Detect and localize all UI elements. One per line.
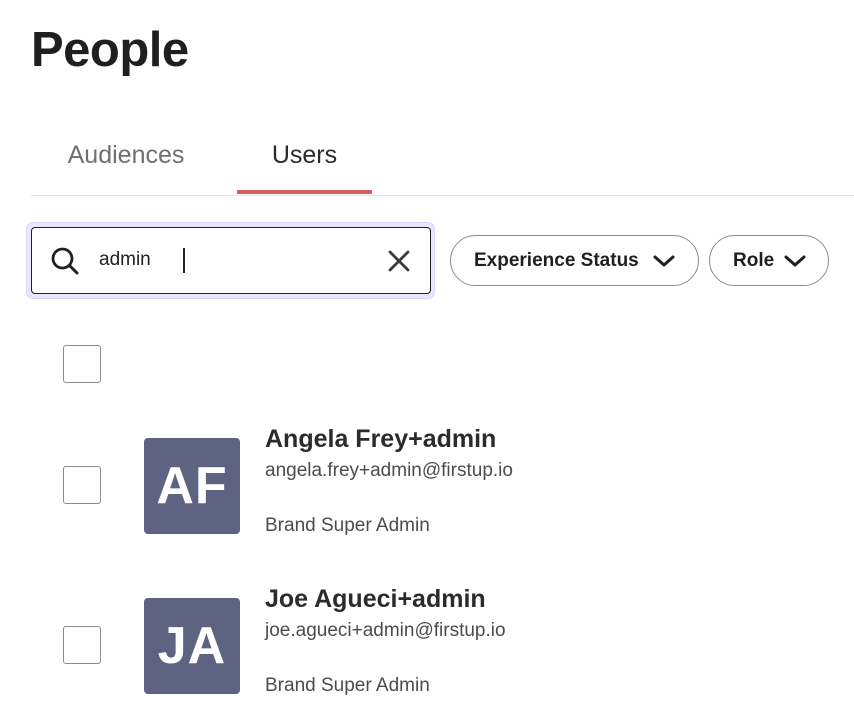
tab-users[interactable]: Users [237,118,372,194]
experience-status-filter-button[interactable]: Experience Status [450,235,699,286]
text-cursor [183,248,185,273]
chevron-down-icon [653,255,675,267]
tab-audiences[interactable]: Audiences [31,118,221,194]
search-input[interactable] [99,245,369,275]
experience-status-filter-label: Experience Status [474,250,639,271]
avatar: JA [144,598,240,694]
chevron-down-icon [784,255,806,267]
search-icon [51,247,79,275]
avatar: AF [144,438,240,534]
close-icon[interactable] [385,247,413,275]
role-filter-button[interactable]: Role [709,235,829,286]
user-role: Brand Super Admin [265,675,430,696]
user-role: Brand Super Admin [265,515,430,536]
tab-bar: Audiences Users [31,118,854,196]
search-box[interactable] [31,227,431,294]
user-name[interactable]: Joe Agueci+admin [265,583,486,615]
user-email: joe.agueci+admin@firstup.io [265,620,506,641]
user-name[interactable]: Angela Frey+admin [265,423,496,455]
user-row: JA Joe Agueci+admin joe.agueci+admin@fir… [0,583,854,713]
user-row-checkbox[interactable] [63,466,101,504]
page-title: People [31,23,189,77]
user-row-checkbox[interactable] [63,626,101,664]
select-all-checkbox[interactable] [63,345,101,383]
role-filter-label: Role [733,250,775,271]
user-email: angela.frey+admin@firstup.io [265,460,513,481]
user-row: AF Angela Frey+admin angela.frey+admin@f… [0,423,854,553]
